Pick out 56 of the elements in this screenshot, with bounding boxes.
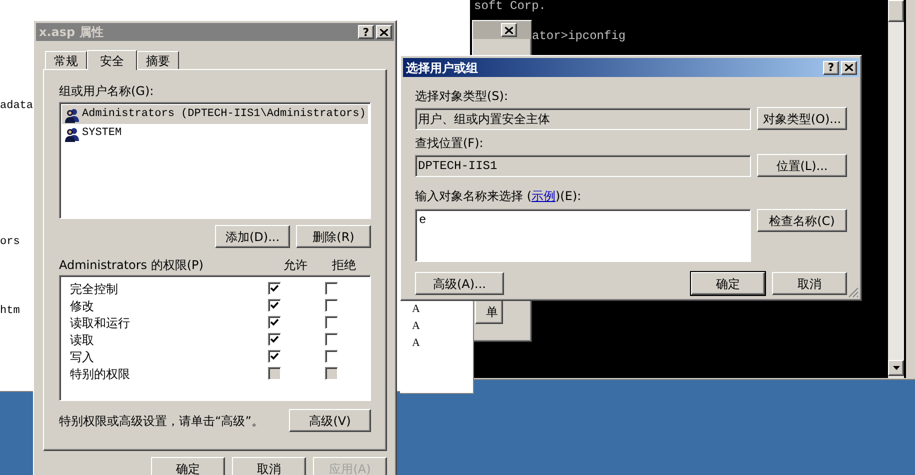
- scroll-thumb[interactable]: [888, 0, 904, 22]
- location-field: DPTECH-IIS1: [415, 154, 751, 176]
- dialog-button[interactable]: 高级(V): [289, 409, 371, 432]
- console-line: ator>ipconfig: [532, 28, 626, 45]
- window-title: x.asp 属性: [39, 24, 104, 41]
- permission-name: 修改: [69, 298, 95, 314]
- close-icon[interactable]: [841, 60, 857, 74]
- names-input[interactable]: e: [415, 209, 751, 262]
- scrollbar[interactable]: [888, 0, 904, 378]
- list-item[interactable]: A: [412, 319, 420, 333]
- field-label: 组或用户名称(G):: [59, 83, 155, 100]
- list-item[interactable]: A: [412, 302, 420, 316]
- example-link[interactable]: 示例: [532, 189, 556, 203]
- field-label: 查找位置(F):: [415, 135, 484, 152]
- tab[interactable]: 摘要: [137, 51, 179, 69]
- resize-grip-icon[interactable]: [848, 287, 859, 298]
- users-icon: [64, 126, 80, 142]
- user-item[interactable]: Administrators (DPTECH-IIS1\Administrators): [62, 105, 368, 124]
- help-button[interactable]: ?: [823, 60, 839, 74]
- field-label: 输入对象名称来选择 (示例)(E):: [415, 188, 582, 205]
- tab[interactable]: 安全: [87, 50, 137, 70]
- dialog-button[interactable]: 对象类型(O)...: [757, 107, 847, 130]
- dialog-button[interactable]: 位置(L)...: [757, 154, 847, 177]
- user-item[interactable]: SYSTEM: [62, 124, 368, 143]
- dialog-button[interactable]: 删除(R): [296, 225, 371, 248]
- close-icon[interactable]: [501, 23, 517, 37]
- dialog-button[interactable]: 高级(A)...: [415, 272, 504, 295]
- console-line: soft Corp.: [474, 0, 546, 13]
- dialog-button[interactable]: 取消: [232, 457, 306, 475]
- dialog-button[interactable]: 添加(D)...: [215, 225, 290, 248]
- dialog-button[interactable]: 检查名称(C): [757, 209, 847, 232]
- permission-name: 读取: [69, 332, 95, 348]
- dialog-button[interactable]: 确定: [151, 457, 225, 475]
- users-icon: [64, 106, 80, 122]
- permission-name: 完全控制: [69, 280, 119, 298]
- column-header: 拒绝: [331, 257, 357, 274]
- permission-name: 写入: [69, 348, 95, 366]
- permission-name: 特别的权限: [69, 366, 131, 382]
- list-item[interactable]: A: [412, 336, 420, 350]
- dialog-button[interactable]: 确定: [691, 272, 765, 295]
- object-type-field: 用户、组或内置安全主体: [415, 108, 751, 130]
- close-icon[interactable]: [376, 25, 392, 39]
- scroll-down-icon[interactable]: [888, 360, 904, 376]
- file-name: ors: [0, 235, 20, 250]
- window-title: 选择用户或组: [406, 60, 478, 76]
- tab[interactable]: 常规: [45, 51, 87, 69]
- dialog-button[interactable]: 取消: [772, 272, 847, 295]
- menu-button[interactable]: 单: [475, 300, 503, 324]
- field-label: 选择对象类型(S):: [415, 88, 510, 105]
- advanced-note: 特别权限或高级设置，请单击“高级”。: [59, 412, 264, 430]
- permissions-label: Administrators 的权限(P): [59, 257, 204, 274]
- permission-name: 读取和运行: [69, 314, 131, 332]
- file-name: htm: [0, 304, 20, 319]
- column-header: 允许: [282, 257, 308, 274]
- file-name: adata: [0, 99, 34, 114]
- help-button[interactable]: ?: [358, 25, 374, 39]
